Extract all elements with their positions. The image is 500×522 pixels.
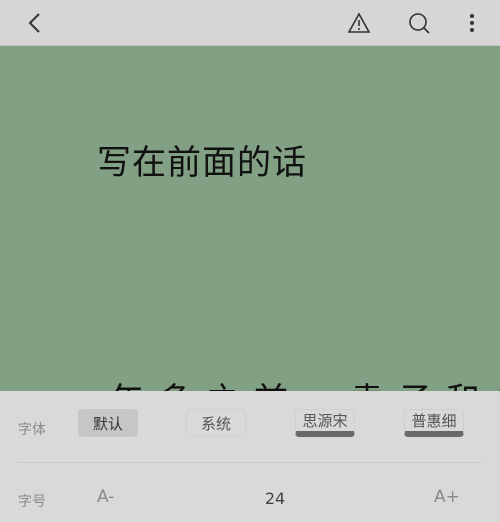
increase-font-size-button[interactable]: A+: [434, 487, 460, 507]
font-size-label: 字号: [18, 494, 46, 510]
font-option-default[interactable]: 默认: [78, 409, 138, 437]
warning-icon[interactable]: [344, 0, 374, 46]
search-icon[interactable]: [404, 0, 434, 46]
font-option-system[interactable]: 系统: [186, 409, 246, 437]
chapter-title: 写在前面的话: [97, 143, 307, 183]
back-arrow-icon[interactable]: [20, 0, 50, 46]
reading-area[interactable]: 写在前面的话 年多之前，袁子和仇衡分手: [0, 47, 500, 391]
top-toolbar: [0, 0, 500, 46]
font-option-label: 思源宋: [302, 412, 348, 430]
font-option-puhui-light[interactable]: 普惠细: [404, 409, 464, 437]
reading-settings-panel: 字体 默认 系统 思源宋 普惠细 字号 A- 24 A+: [0, 391, 500, 522]
font-size-value: 24: [264, 489, 286, 508]
divider: [18, 462, 482, 463]
decrease-font-size-button[interactable]: A-: [97, 487, 114, 507]
font-option-siyuan-song[interactable]: 思源宋: [295, 409, 355, 437]
body-text-line: 年多之前，袁子和仇衡分手: [110, 373, 500, 391]
font-option-label: 普惠细: [411, 412, 457, 430]
more-vertical-icon[interactable]: [460, 0, 484, 46]
font-label: 字体: [18, 422, 46, 438]
